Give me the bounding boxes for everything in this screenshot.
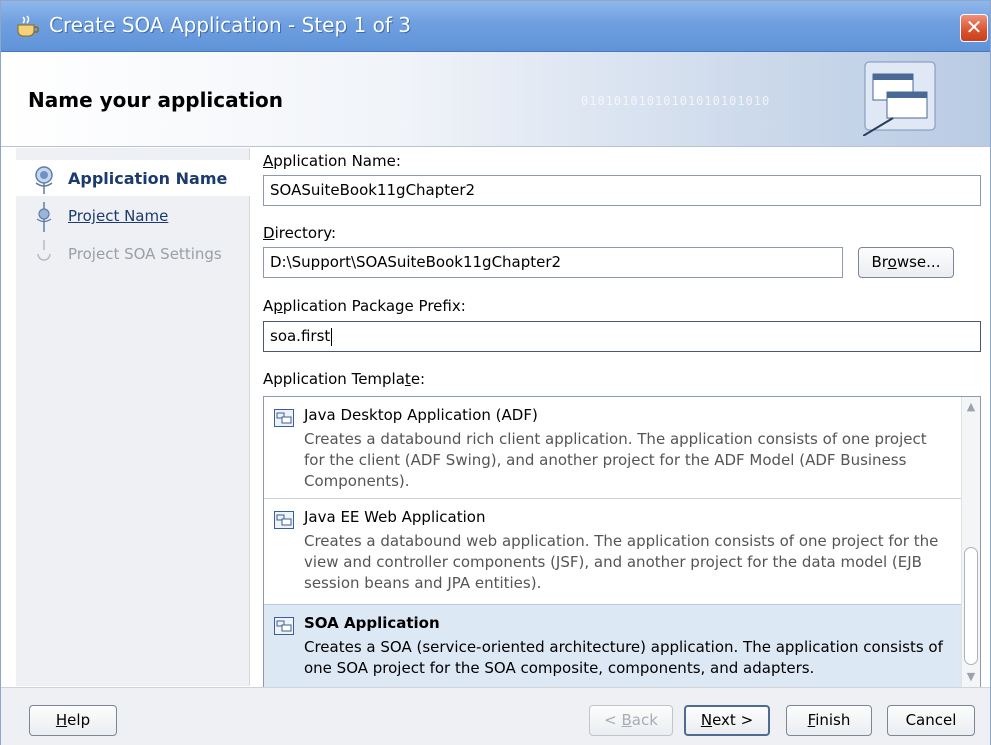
template-description: Creates a SOA (service-oriented architec…	[304, 638, 943, 677]
step-pending-icon	[37, 240, 51, 261]
template-item-java-ee-web[interactable]: Java EE Web Application Creates a databo…	[264, 499, 961, 603]
directory-label: Directory:	[263, 224, 337, 242]
close-button[interactable]: ✕	[960, 14, 988, 42]
template-item-soa-application[interactable]: SOA Application Creates a SOA (service-o…	[264, 604, 961, 687]
next-button[interactable]: Next >	[684, 705, 770, 736]
steps-panel: Application Name Project Name Project SO…	[16, 148, 250, 686]
template-title: Java Desktop Application (ADF)	[304, 406, 538, 424]
application-template-icon	[274, 511, 294, 529]
step-project-name[interactable]: Project Name	[16, 198, 250, 234]
title-bar: Create SOA Application - Step 1 of 3 ✕	[1, 1, 990, 52]
wizard-header: Name your application 010101010101010101…	[1, 52, 990, 147]
application-name-label: Application Name:	[263, 152, 401, 170]
template-description: Creates a databound web application. The…	[304, 532, 939, 592]
button-bar: Help < Back Next > Finish Cancel	[1, 687, 990, 745]
windows-graphic-icon	[863, 61, 936, 136]
step-label: Project SOA Settings	[68, 245, 222, 263]
scroll-down-icon[interactable]: ▼	[964, 670, 978, 684]
scroll-up-icon[interactable]: ▲	[964, 400, 978, 414]
step-label: Application Name	[68, 169, 228, 188]
scrollbar-thumb[interactable]	[964, 547, 978, 665]
jdeveloper-cup-icon	[17, 15, 39, 37]
package-prefix-label: Application Package Prefix:	[263, 297, 466, 315]
text-caret	[331, 327, 333, 346]
window-title: Create SOA Application - Step 1 of 3	[49, 13, 411, 37]
application-template-label: Application Template:	[263, 370, 426, 388]
cancel-button[interactable]: Cancel	[887, 705, 975, 736]
help-button[interactable]: Help	[29, 705, 117, 736]
step-project-soa-settings: Project SOA Settings	[16, 236, 250, 272]
template-title: SOA Application	[304, 614, 440, 632]
template-item-java-desktop[interactable]: Java Desktop Application (ADF) Creates a…	[264, 397, 961, 498]
back-button: < Back	[589, 705, 673, 736]
template-description: Creates a databound rich client applicat…	[304, 430, 927, 490]
current-step-icon	[35, 166, 53, 194]
step-application-name[interactable]: Application Name	[16, 160, 250, 196]
template-list[interactable]: Java Desktop Application (ADF) Creates a…	[263, 396, 981, 688]
package-prefix-input[interactable]: soa.first	[263, 321, 981, 352]
close-icon: ✕	[965, 15, 983, 39]
header-binary-decoration: 01010101010101010101010	[581, 94, 771, 108]
step-node-icon	[36, 202, 52, 232]
dialog-window: Create SOA Application - Step 1 of 3 ✕ N…	[0, 0, 991, 745]
template-title: Java EE Web Application	[304, 508, 486, 526]
directory-input[interactable]: D:\Support\SOASuiteBook11gChapter2	[263, 247, 843, 278]
browse-button[interactable]: Browse...	[858, 247, 954, 278]
step-label: Project Name	[68, 207, 169, 225]
application-name-input[interactable]: SOASuiteBook11gChapter2	[263, 175, 981, 206]
finish-button[interactable]: Finish	[786, 705, 872, 736]
template-list-scrollbar[interactable]: ▲ ▼	[961, 397, 980, 687]
application-template-icon	[274, 617, 294, 635]
form-area: Application Name: SOASuiteBook11gChapter…	[251, 148, 990, 688]
page-title: Name your application	[28, 88, 284, 112]
application-template-icon	[274, 409, 294, 427]
